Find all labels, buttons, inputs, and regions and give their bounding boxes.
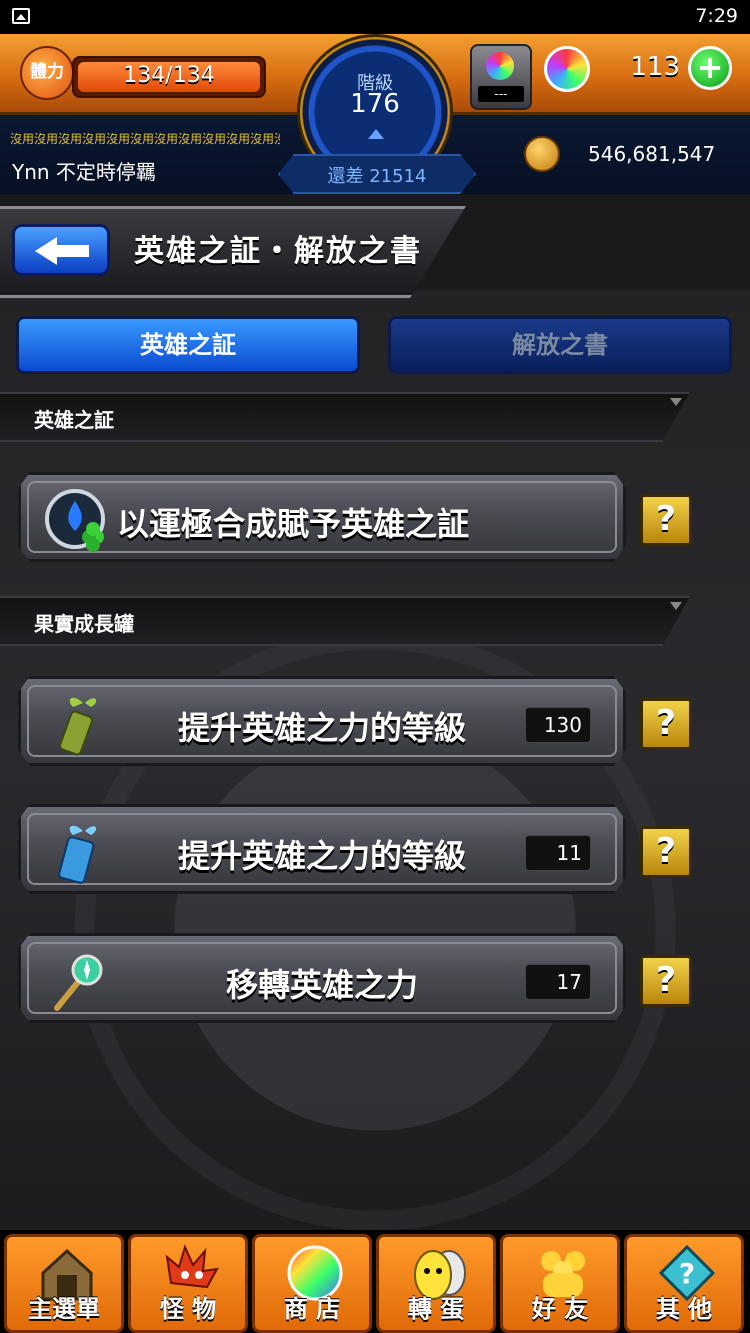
nav-monster[interactable]: 怪 物	[128, 1234, 248, 1333]
orb-count: 113	[630, 52, 680, 82]
back-arrow-icon	[35, 237, 57, 265]
menu-item-grant-hero-proof[interactable]: 以運極合成賦予英雄之証	[18, 472, 626, 562]
buy-orb-button[interactable]: +	[688, 46, 732, 90]
back-arrow-shaft	[55, 245, 89, 257]
section-header-hero-proof: 英雄之証	[0, 392, 690, 442]
exp-remaining: 還差 21514	[327, 166, 427, 187]
coin-count: 546,681,547	[588, 142, 716, 166]
top-header: 體力 134/134 階級 176 還差 21514 --- 113 + 沒用沒…	[0, 34, 750, 194]
player-name: Ynn 不定時停羈	[12, 160, 156, 184]
bottom-navigation: 主選單 怪 物 商 店 轉 蛋 好 友 ? 其 他	[0, 1230, 750, 1333]
rank-value: 176	[350, 89, 400, 119]
section-triangle-icon	[670, 602, 682, 610]
menu-item-level-up-blue[interactable]: 提升英雄之力的等級 11	[18, 804, 626, 894]
gacha-ball-icon	[486, 52, 514, 80]
clock: 7:29	[695, 5, 738, 27]
section-triangle-icon	[670, 398, 682, 406]
menu-item-level-up-green[interactable]: 提升英雄之力的等級 130	[18, 676, 626, 766]
back-button[interactable]	[12, 224, 110, 276]
help-button-level-up-green[interactable]: ?	[640, 698, 692, 750]
nav-label: 商 店	[283, 1295, 341, 1323]
rainbow-orb-icon	[544, 46, 590, 92]
tab-liberation-book[interactable]: 解放之書	[388, 316, 732, 374]
announcement-marquee: 沒用沒用沒用沒用沒用沒用沒用沒用沒用沒用沒用沒用沒用沒用沒用沒用沒用沒用沒用沒用…	[10, 132, 280, 146]
rank-up-arrow-icon	[368, 129, 384, 139]
hero-proof-clover-icon	[45, 489, 105, 552]
gold-coin-icon	[524, 136, 560, 172]
image-notification-icon	[12, 8, 30, 24]
stamina-value: 134/134	[123, 63, 215, 88]
nav-label: 好 友	[531, 1295, 589, 1323]
item-count: 11	[525, 835, 591, 871]
help-button-grant-hero-proof[interactable]: ?	[640, 494, 692, 546]
nav-gacha[interactable]: 轉 蛋	[376, 1234, 496, 1333]
page-title: 英雄之証・解放之書	[134, 234, 422, 269]
section-header-fruit-jar: 果實成長罐	[0, 596, 690, 646]
tab-hero-proof[interactable]: 英雄之証	[16, 316, 360, 374]
gacha-indicator: ---	[478, 86, 524, 102]
nav-label: 主選單	[28, 1295, 100, 1323]
item-count: 130	[525, 707, 591, 743]
nav-other[interactable]: ? 其 他	[624, 1234, 744, 1333]
nav-label: 其 他	[655, 1295, 713, 1323]
stamina-icon: 體力	[20, 46, 74, 100]
nav-shop[interactable]: 商 店	[252, 1234, 372, 1333]
exp-remaining-box: 還差 21514	[278, 154, 476, 194]
gacha-machine-icon[interactable]: ---	[470, 44, 532, 110]
nav-label: 怪 物	[159, 1295, 217, 1323]
help-button-level-up-blue[interactable]: ?	[640, 826, 692, 878]
nav-label: 轉 蛋	[407, 1295, 465, 1323]
nav-main-menu[interactable]: 主選單	[4, 1234, 124, 1333]
menu-item-transfer-power[interactable]: 移轉英雄之力 17	[18, 933, 626, 1023]
status-bar: 7:29	[0, 0, 750, 34]
help-button-transfer-power[interactable]: ?	[640, 955, 692, 1007]
section-label: 果實成長罐	[34, 612, 134, 636]
menu-item-label: 以運極合成賦予英雄之証	[117, 505, 470, 543]
nav-friends[interactable]: 好 友	[500, 1234, 620, 1333]
section-label: 英雄之証	[34, 408, 114, 432]
item-count: 17	[525, 964, 591, 1000]
stamina-bar: 134/134	[72, 56, 266, 98]
svg-text:?: ?	[679, 1257, 695, 1290]
